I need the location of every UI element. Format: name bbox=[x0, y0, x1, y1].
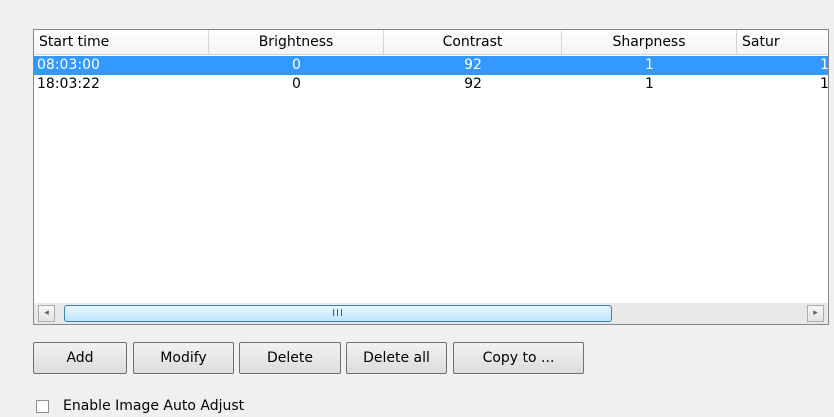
cell-sharpness: 1 bbox=[645, 57, 654, 73]
cell-start-time: 08:03:00 bbox=[37, 57, 100, 73]
modify-button[interactable]: Modify bbox=[133, 342, 234, 374]
column-header-start-time[interactable]: Start time bbox=[34, 30, 209, 54]
cell-start-time: 18:03:22 bbox=[37, 76, 100, 92]
copy-to-button[interactable]: Copy to ... bbox=[453, 342, 584, 374]
auto-adjust-label[interactable]: Enable Image Auto Adjust bbox=[63, 398, 244, 414]
cell-saturation: 12 bbox=[820, 57, 829, 73]
schedule-list[interactable]: Start time Brightness Contrast Sharpness… bbox=[33, 29, 829, 325]
cell-contrast: 92 bbox=[464, 76, 482, 92]
grip-icon: III bbox=[332, 308, 344, 319]
add-button[interactable]: Add bbox=[33, 342, 127, 374]
list-rows: 08:03:00 0 92 1 12 18:03:22 0 92 1 12 bbox=[34, 56, 829, 94]
cell-contrast: 92 bbox=[464, 57, 482, 73]
column-header-brightness[interactable]: Brightness bbox=[209, 30, 384, 54]
scroll-right-icon[interactable]: ▸ bbox=[807, 305, 824, 322]
cell-sharpness: 1 bbox=[645, 76, 654, 92]
delete-button[interactable]: Delete bbox=[239, 342, 341, 374]
column-header-saturation[interactable]: Satur bbox=[737, 30, 828, 54]
auto-adjust-option[interactable]: Enable Image Auto Adjust bbox=[36, 396, 244, 416]
cell-brightness: 0 bbox=[292, 57, 301, 73]
auto-adjust-checkbox[interactable] bbox=[36, 399, 49, 413]
scrollbar-thumb[interactable]: III bbox=[64, 305, 612, 322]
column-header-contrast[interactable]: Contrast bbox=[384, 30, 562, 54]
column-header-sharpness[interactable]: Sharpness bbox=[562, 30, 737, 54]
scroll-left-icon[interactable]: ◂ bbox=[38, 305, 55, 322]
cell-brightness: 0 bbox=[292, 76, 301, 92]
table-row[interactable]: 18:03:22 0 92 1 12 bbox=[34, 75, 829, 94]
horizontal-scrollbar[interactable]: ◂ III ▸ bbox=[34, 302, 828, 324]
list-header: Start time Brightness Contrast Sharpness… bbox=[34, 30, 828, 55]
table-row[interactable]: 08:03:00 0 92 1 12 bbox=[34, 56, 829, 75]
delete-all-button[interactable]: Delete all bbox=[346, 342, 447, 374]
cell-saturation: 12 bbox=[820, 76, 829, 92]
